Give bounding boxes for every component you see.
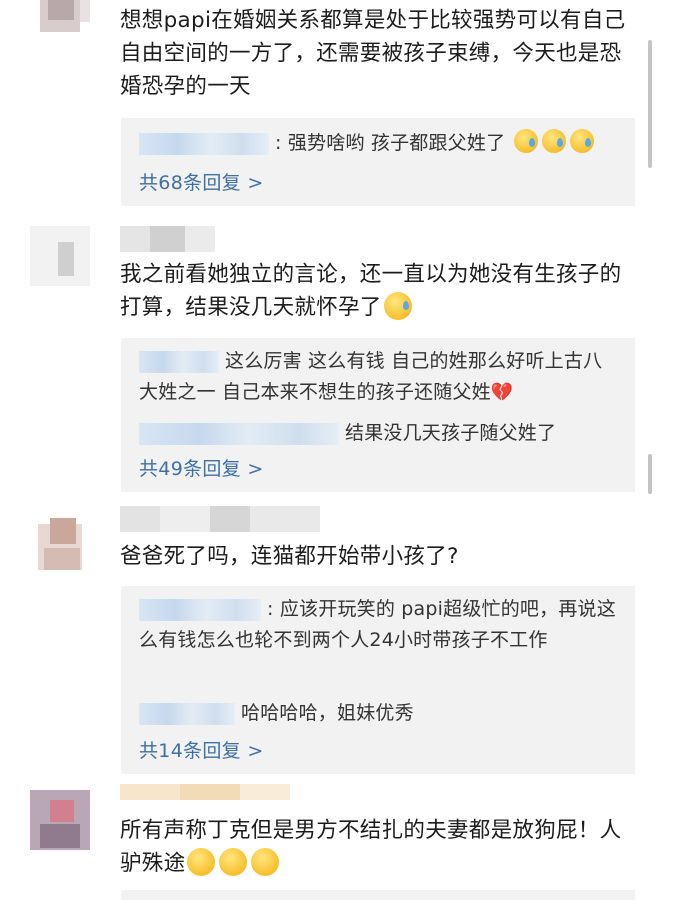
reply-username-blurred[interactable]	[139, 702, 235, 725]
reply-username-blurred[interactable]	[139, 598, 261, 621]
reply-username-blurred[interactable]	[139, 350, 219, 373]
more-replies-link[interactable]: 共14条回复 >	[139, 736, 264, 763]
broken-heart-icon: 💔	[490, 382, 514, 403]
reply: 这么厉害 这么有钱 自己的姓那么好听上古八大姓之一 自己本来不想生的孩子还随父姓…	[139, 346, 619, 408]
scrollbar[interactable]	[648, 40, 652, 168]
crying-face-icon	[513, 129, 538, 153]
comment-text: 所有声称丁克但是男方不结扎的夫妻都是放狗屁！人驴殊途	[120, 818, 622, 876]
reply-box[interactable]: : 强势啥哟 孩子都跟父姓了 共68条回复 >	[121, 118, 635, 206]
reply: : 应该开玩笑的 papi超级忙的吧，再说这么有钱怎么也轮不到两个人24小时带孩…	[139, 594, 619, 656]
more-replies-link[interactable]: 共68条回复 >	[139, 168, 264, 195]
reply: 结果没几天孩子随父姓了	[139, 418, 619, 449]
reply-text: 强势啥哟 孩子都跟父姓了	[287, 132, 506, 154]
reply-username-blurred[interactable]	[139, 132, 269, 155]
thinking-face-icon	[187, 848, 216, 876]
thinking-face-icon	[251, 848, 280, 876]
avatar[interactable]	[30, 790, 90, 850]
crying-face-icon	[541, 129, 566, 153]
sad-sweat-face-icon	[383, 292, 412, 320]
thinking-face-icon	[219, 848, 248, 876]
reply-box[interactable]: 这么厉害 这么有钱 自己的姓那么好听上古八大姓之一 自己本来不想生的孩子还随父姓…	[121, 338, 635, 492]
reply-colon: :	[275, 132, 288, 154]
comment-text: 爸爸死了吗，连猫都开始带小孩了?	[120, 544, 459, 569]
avatar[interactable]	[30, 514, 90, 574]
comment-text: 想想papi在婚姻关系都算是处于比较强势可以有自己自由空间的一方了，还需要被孩子…	[120, 8, 626, 99]
reply: 哈哈哈哈，姐妹优秀	[139, 698, 619, 729]
avatar[interactable]	[30, 0, 90, 32]
reply-box[interactable]: : 应该开玩笑的 papi超级忙的吧，再说这么有钱怎么也轮不到两个人24小时带孩…	[121, 586, 635, 774]
more-replies-link[interactable]: 共49条回复 >	[139, 454, 264, 481]
avatar[interactable]	[30, 226, 90, 286]
scrollbar[interactable]	[648, 454, 652, 494]
crying-face-icon	[569, 129, 594, 153]
reply-text: 结果没几天孩子随父姓了	[345, 422, 557, 444]
reply-box[interactable]	[121, 890, 635, 900]
reply-text: 哈哈哈哈，姐妹优秀	[241, 702, 414, 724]
username-blurred[interactable]	[120, 226, 215, 252]
reply-username-blurred[interactable]	[139, 422, 339, 445]
reply: : 强势啥哟 孩子都跟父姓了	[139, 128, 619, 159]
username-blurred[interactable]	[120, 506, 320, 532]
username-blurred[interactable]	[120, 784, 290, 800]
comment-text: 我之前看她独立的言论，还一直以为她没有生孩子的打算，结果没几天就怀孕了	[120, 262, 622, 320]
